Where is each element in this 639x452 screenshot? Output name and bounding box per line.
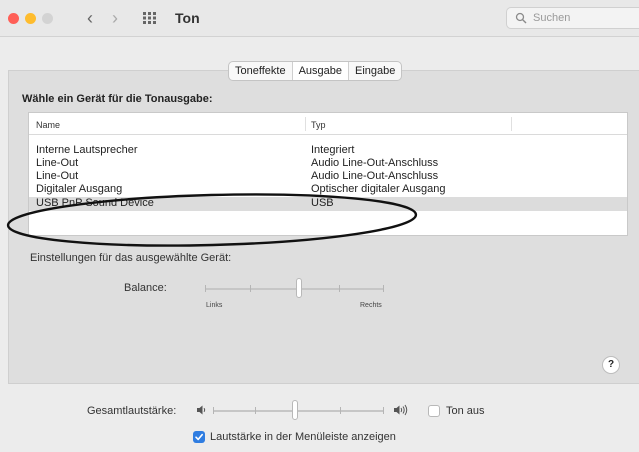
- checkmark-icon: [195, 433, 203, 441]
- device-type: Integriert: [311, 144, 355, 156]
- header-divider: [29, 134, 627, 135]
- hand-drawn-ellipse-annotation: [6, 193, 418, 247]
- column-header-name[interactable]: Name: [36, 120, 60, 130]
- slider-tick: [255, 407, 256, 414]
- table-row[interactable]: Line-Out Audio Line-Out-Anschluss: [29, 157, 627, 170]
- tab-bar: Toneffekte Ausgabe Eingabe: [228, 61, 403, 81]
- tab-eingabe[interactable]: Eingabe: [349, 62, 401, 80]
- volume-slider-knob[interactable]: [292, 400, 298, 420]
- volume-slider-track[interactable]: [213, 410, 383, 412]
- window-title: Ton: [175, 10, 200, 26]
- column-header-type[interactable]: Typ: [311, 120, 326, 130]
- search-placeholder: Suchen: [533, 12, 571, 24]
- output-volume-label: Gesamtlautstärke:: [87, 405, 177, 417]
- help-button[interactable]: ?: [602, 356, 620, 374]
- close-window-button[interactable]: [8, 13, 19, 24]
- speaker-low-icon: [197, 405, 206, 415]
- slider-tick: [339, 285, 340, 292]
- balance-label: Balance:: [124, 282, 167, 294]
- speaker-high-icon: [394, 404, 408, 416]
- show-volume-in-menubar-checkbox[interactable]: [193, 431, 205, 443]
- table-row[interactable]: Interne Lautsprecher Integriert: [29, 144, 627, 157]
- slider-tick: [250, 285, 251, 292]
- slider-tick: [205, 285, 206, 292]
- device-settings-label: Einstellungen für das ausgewählte Gerät:: [30, 252, 232, 264]
- column-divider: [305, 117, 306, 131]
- show-volume-in-menubar-label[interactable]: Lautstärke in der Menüleiste anzeigen: [210, 431, 396, 443]
- search-icon: [515, 12, 527, 24]
- balance-slider-track[interactable]: [205, 288, 383, 290]
- tab-ausgabe[interactable]: Ausgabe: [292, 62, 349, 80]
- minimize-window-button[interactable]: [25, 13, 36, 24]
- mute-checkbox[interactable]: [428, 405, 440, 417]
- output-device-heading: Wähle ein Gerät für die Tonausgabe:: [22, 93, 213, 105]
- balance-left-label: Links: [206, 302, 223, 309]
- back-icon[interactable]: ‹: [87, 8, 93, 28]
- slider-tick: [383, 285, 384, 292]
- mute-label[interactable]: Ton aus: [446, 405, 485, 417]
- show-all-grid-icon[interactable]: [143, 12, 157, 24]
- forward-icon[interactable]: ›: [112, 8, 118, 28]
- slider-tick: [383, 407, 384, 414]
- column-divider: [511, 117, 512, 131]
- title-bar: ‹ › Ton Suchen: [0, 0, 639, 37]
- search-field[interactable]: Suchen: [506, 7, 639, 29]
- tab-toneffekte[interactable]: Toneffekte: [229, 62, 293, 80]
- device-type: Audio Line-Out-Anschluss: [311, 157, 439, 169]
- zoom-window-button[interactable]: [42, 13, 53, 24]
- balance-slider-knob[interactable]: [296, 278, 302, 298]
- device-name: Line-Out: [36, 157, 79, 169]
- balance-right-label: Rechts: [360, 302, 382, 309]
- slider-tick: [213, 407, 214, 414]
- device-name: Interne Lautsprecher: [36, 144, 138, 156]
- slider-tick: [340, 407, 341, 414]
